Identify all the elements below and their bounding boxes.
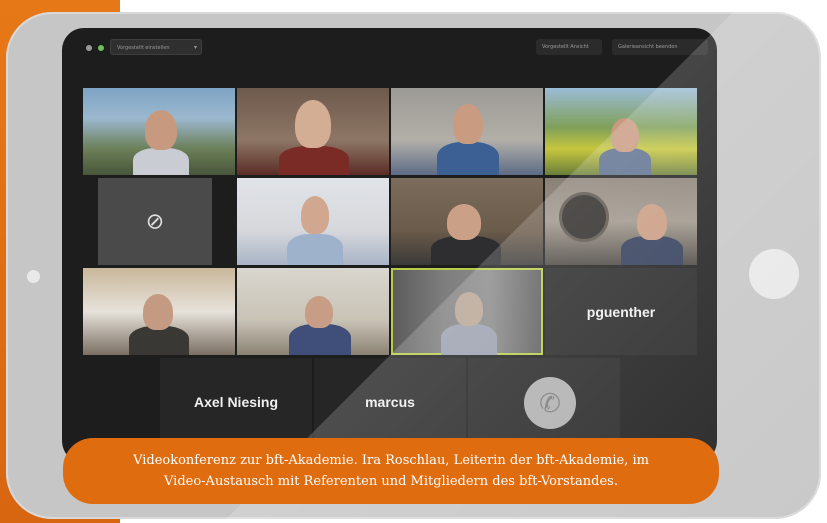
video-tile[interactable] [545, 178, 697, 265]
camera-off-icon: ⊘ [145, 209, 165, 234]
participant-silhouette [133, 148, 189, 175]
exit-gallery-button[interactable]: Galerieansicht beenden [612, 39, 708, 55]
participant-face [145, 110, 177, 150]
video-tile[interactable] [545, 88, 697, 175]
wall-clock [559, 192, 609, 242]
exit-gallery-label: Galerieansicht beenden [618, 44, 678, 50]
caption-line-2: Video-Austausch mit Referenten und Mitgl… [164, 474, 618, 489]
tablet-camera-dot [27, 270, 40, 283]
caption-line-1: Videokonferenz zur bft-Akademie. Ira Ros… [133, 453, 649, 468]
phone-call-icon[interactable]: ✆ [524, 377, 576, 429]
video-tile[interactable] [237, 268, 389, 355]
video-tile[interactable] [83, 268, 235, 355]
view-select-label: Vorgestellt einstellen [117, 45, 170, 51]
participant-face [305, 296, 333, 328]
video-tile-camera-off[interactable]: ⊘ [98, 178, 212, 265]
participant-silhouette [287, 234, 343, 265]
participant-silhouette [289, 324, 351, 355]
participant-silhouette [599, 148, 651, 175]
participant-face [295, 100, 331, 148]
speaker-view-button[interactable]: Vorgestellt Ansicht [536, 39, 602, 55]
chevron-down-icon: ▾ [193, 44, 197, 51]
participant-name: pguenther [586, 303, 656, 320]
participant-name: Axel Niesing [193, 393, 279, 410]
speaker-view-label: Vorgestellt Ansicht [542, 44, 589, 50]
photo-caption: Videokonferenz zur bft-Akademie. Ira Ros… [63, 438, 719, 504]
participant-face [301, 196, 329, 234]
participant-face [611, 118, 639, 152]
video-tile[interactable] [237, 178, 389, 265]
meeting-toolbar: Vorgestellt einstellen ▾ Vorgestellt Ans… [62, 28, 717, 66]
video-tile[interactable] [391, 88, 543, 175]
participant-silhouette [441, 324, 497, 355]
video-tile[interactable] [391, 178, 543, 265]
tablet-home-button[interactable] [749, 249, 799, 299]
info-icon[interactable] [86, 45, 92, 51]
participant-face [143, 294, 173, 330]
video-tile[interactable] [83, 88, 235, 175]
participant-silhouette [279, 146, 349, 175]
participant-name: marcus [365, 393, 415, 410]
participant-face [455, 292, 483, 326]
video-tile[interactable] [237, 88, 389, 175]
video-conference-screen: Vorgestellt einstellen ▾ Vorgestellt Ans… [62, 28, 717, 463]
participant-silhouette [129, 326, 189, 355]
participant-silhouette [431, 236, 501, 265]
participant-silhouette [621, 236, 683, 265]
participant-face [637, 204, 667, 240]
view-select[interactable]: Vorgestellt einstellen ▾ [110, 39, 202, 55]
participant-face [447, 204, 481, 240]
security-shield-icon[interactable] [98, 45, 104, 51]
video-tile-name-only[interactable]: Axel Niesing [160, 358, 312, 445]
video-tile-name-only[interactable]: pguenther [545, 268, 697, 355]
participant-face [453, 104, 483, 144]
participant-silhouette [437, 142, 499, 175]
video-tile-active-speaker[interactable] [391, 268, 543, 355]
video-tile-name-only[interactable]: marcus [314, 358, 466, 445]
